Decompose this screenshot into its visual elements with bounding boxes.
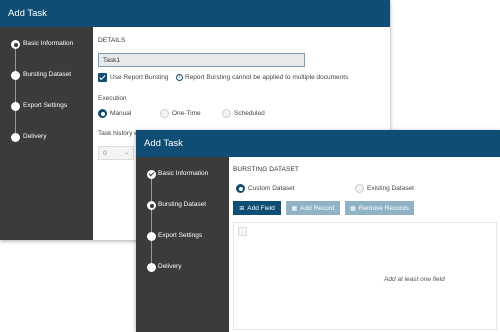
remove-records-button[interactable]: ▦ Remove Records — [345, 201, 414, 215]
step-bursting-dataset[interactable]: Bursting Dataset — [136, 199, 229, 213]
step-check-icon — [147, 170, 156, 179]
add-field-label: Add Field — [247, 204, 275, 212]
dataset-grid[interactable]: Add at least one field — [233, 222, 497, 330]
wizard-stepper: Basic Information Bursting Dataset Expor… — [136, 157, 229, 332]
step-export-settings[interactable]: Export Settings — [0, 100, 93, 114]
step-bursting-dataset[interactable]: Bursting Dataset — [0, 69, 93, 83]
execution-option-label: One-Time — [172, 110, 201, 117]
use-report-bursting-label: Use Report Bursting — [110, 74, 169, 81]
step-label: Bursting Dataset — [23, 71, 72, 78]
step-pending-icon — [11, 102, 20, 111]
use-report-bursting-checkbox[interactable] — [98, 73, 107, 82]
add-field-button[interactable]: ⊞ Add Field — [233, 201, 281, 215]
step-label: Delivery — [23, 133, 47, 140]
step-label: Basic Information — [158, 170, 209, 177]
empty-grid-message: Add at least one field — [384, 276, 445, 283]
step-active-icon — [11, 40, 20, 49]
step-pending-icon — [11, 71, 20, 80]
dialog-titlebar: Add Task — [136, 130, 500, 157]
dialog-title: Add Task — [8, 8, 47, 19]
task-history-label: Task history ex — [98, 130, 141, 137]
task-name-input[interactable]: Task1 — [98, 53, 305, 67]
bursting-dataset-heading: BURSTING DATASET — [233, 166, 300, 173]
execution-option-label: Scheduled — [234, 110, 265, 117]
add-record-label: Add Record — [300, 204, 335, 212]
select-all-checkbox[interactable] — [238, 227, 247, 236]
step-delivery[interactable]: Delivery — [0, 131, 93, 145]
wizard-stepper: Basic Information Bursting Dataset Expor… — [0, 27, 93, 240]
step-export-settings[interactable]: Export Settings — [136, 230, 229, 244]
info-icon: i — [176, 74, 183, 81]
execution-option-label: Manual — [110, 110, 132, 117]
step-delivery[interactable]: Delivery — [136, 261, 229, 275]
step-label: Delivery — [158, 263, 182, 270]
details-heading: DETAILS — [98, 37, 126, 44]
dataset-option-label: Custom Dataset — [248, 185, 295, 192]
add-field-icon: ⊞ — [239, 205, 245, 212]
dataset-option-label: Existing Dataset — [367, 185, 414, 192]
remove-records-icon: ▦ — [350, 205, 356, 212]
stepper-line — [15, 45, 16, 137]
step-label: Basic Information — [23, 40, 74, 47]
stepper-line — [151, 175, 152, 267]
task-history-value: 0 — [103, 150, 107, 157]
step-pending-icon — [147, 263, 156, 272]
step-basic-information[interactable]: Basic Information — [136, 168, 229, 182]
remove-records-label: Remove Records — [358, 204, 409, 212]
execution-scheduled-radio[interactable] — [222, 109, 231, 118]
execution-one-time-radio[interactable] — [160, 109, 169, 118]
task-history-select[interactable]: 0 ⌄ — [98, 146, 134, 160]
step-label: Bursting Dataset — [158, 201, 207, 208]
step-basic-information[interactable]: Basic Information — [0, 38, 93, 52]
step-active-icon — [147, 201, 156, 210]
add-record-icon: ▦ — [291, 205, 298, 212]
execution-label: Execution — [98, 95, 127, 102]
dialog-titlebar: Add Task — [0, 0, 390, 27]
bursting-info-text: Report Bursting cannot be applied to mul… — [185, 74, 349, 81]
step-pending-icon — [11, 133, 20, 142]
step-label: Export Settings — [158, 232, 203, 239]
existing-dataset-radio[interactable] — [355, 184, 364, 193]
execution-manual-radio[interactable] — [98, 109, 107, 118]
custom-dataset-radio[interactable] — [236, 184, 245, 193]
step-label: Export Settings — [23, 102, 68, 109]
chevron-down-icon: ⌄ — [123, 150, 129, 156]
add-task-dialog-front: Add Task Basic Information Bursting Data… — [136, 130, 500, 332]
add-record-button[interactable]: ▦ Add Record — [286, 201, 340, 215]
step-pending-icon — [147, 232, 156, 241]
dialog-title: Add Task — [144, 138, 183, 149]
